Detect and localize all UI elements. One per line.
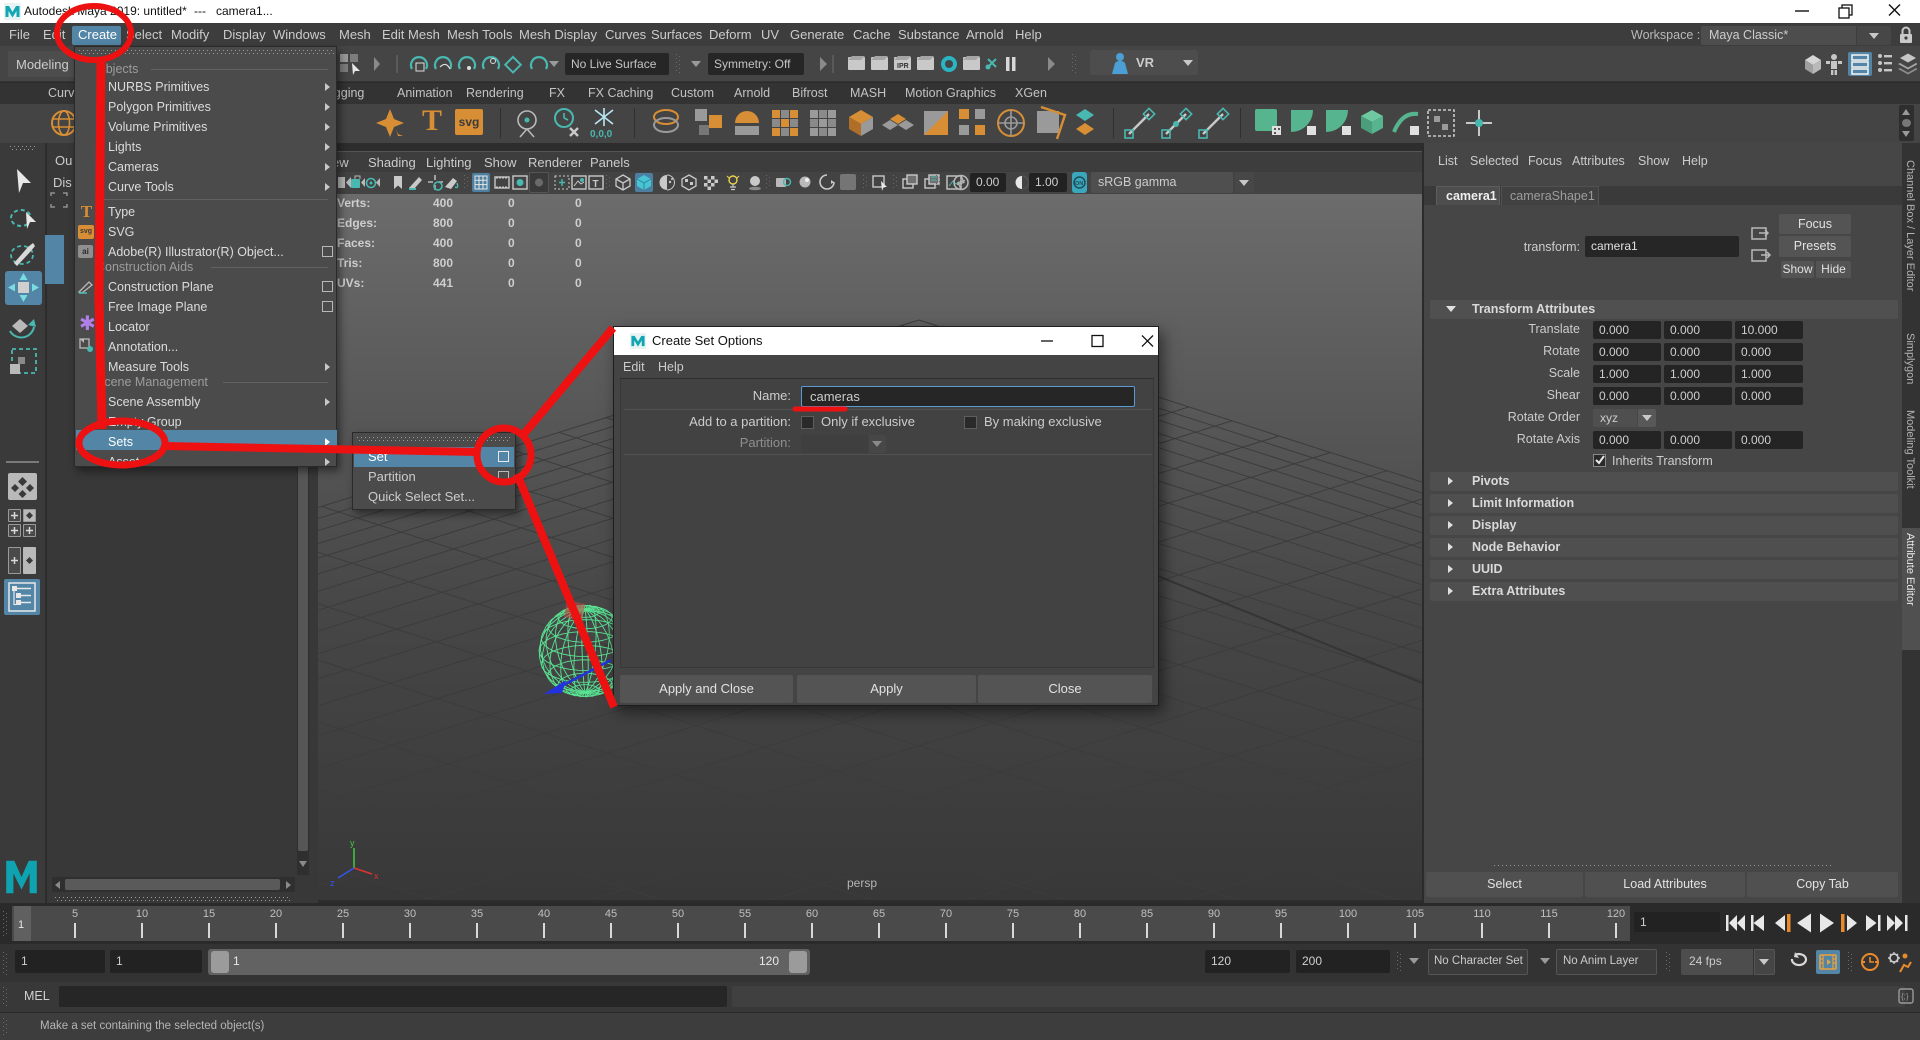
svg-text:{;}: {;} xyxy=(1901,992,1909,1001)
svg-text:y: y xyxy=(350,838,355,848)
svg-text:0,0,0: 0,0,0 xyxy=(590,129,613,140)
svg-text:ON: ON xyxy=(1075,181,1083,187)
svg-text:z: z xyxy=(330,878,335,888)
svg-text:x: x xyxy=(374,871,379,881)
svg-text:IPR: IPR xyxy=(897,63,909,70)
svg-text:T: T xyxy=(593,179,599,190)
